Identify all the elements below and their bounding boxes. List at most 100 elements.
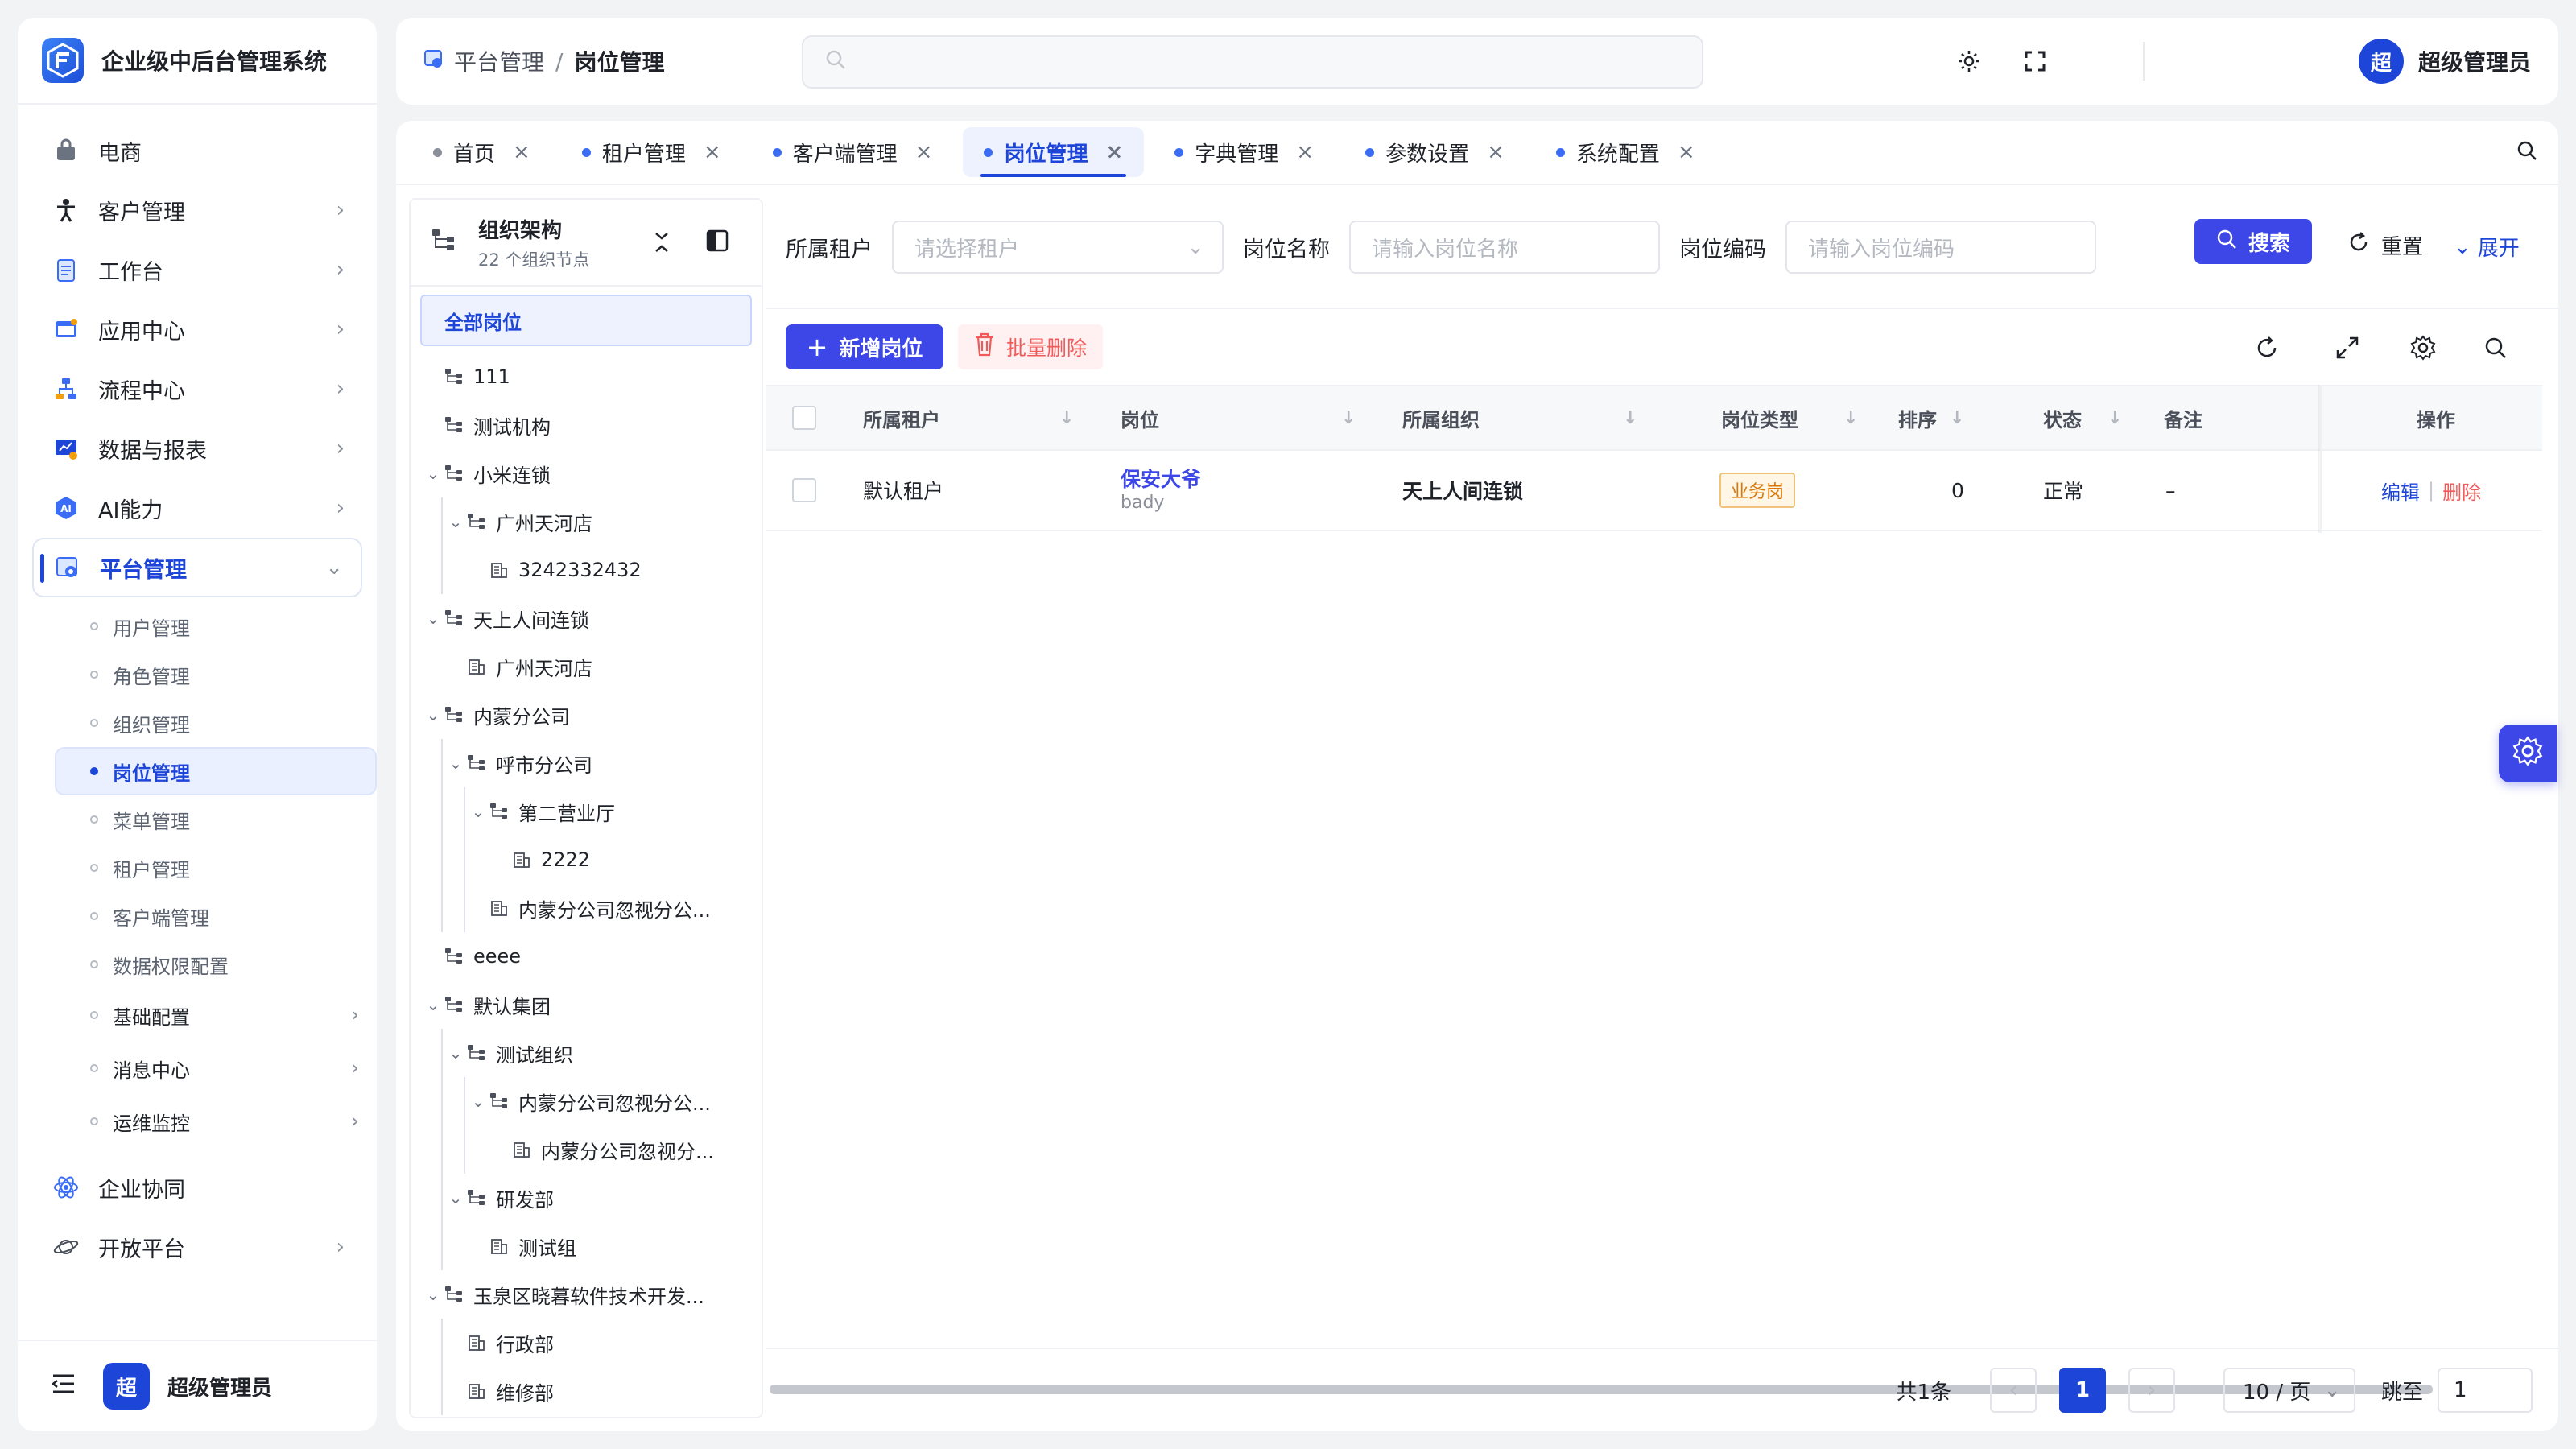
tree-node[interactable]: ⌄ 默认集团 (411, 980, 762, 1029)
tab-params[interactable]: 参数设置 × (1344, 127, 1525, 177)
reset-button[interactable]: 重置 (2347, 230, 2423, 260)
tab-dictionary[interactable]: 字典管理 × (1154, 127, 1335, 177)
page-number-button[interactable]: 1 (2058, 1368, 2106, 1413)
row-checkbox[interactable] (792, 478, 816, 502)
submenu-item-ops-monitor[interactable]: 运维监控 › (74, 1095, 377, 1148)
close-icon[interactable]: × (1105, 140, 1123, 164)
menu-item-open-platform[interactable]: 开放平台 › (32, 1217, 362, 1277)
tree-node[interactable]: ⌄ 小米连锁 (411, 449, 762, 497)
tab-home[interactable]: 首页 × (412, 127, 551, 177)
post-name-input[interactable]: 请输入岗位名称 (1349, 221, 1660, 274)
batch-delete-button[interactable]: 批量删除 (958, 324, 1104, 369)
menu-item-customer[interactable]: 客户管理 › (32, 180, 362, 240)
submenu-item-clients[interactable]: 客户端管理 (74, 892, 377, 940)
menu-item-flow-center[interactable]: 流程中心 › (32, 359, 362, 419)
prev-page-button[interactable]: ‹ (1989, 1368, 2037, 1413)
add-post-button[interactable]: + 新增岗位 (786, 324, 943, 369)
sort-icon[interactable]: ↓ (1341, 408, 1356, 428)
search-icon[interactable] (2515, 138, 2539, 168)
sort-icon[interactable]: ↓ (2107, 408, 2122, 428)
sort-icon[interactable]: ↓ (1059, 408, 1074, 428)
tree-node[interactable]: 测试组 (411, 1222, 762, 1270)
search-button[interactable]: 搜索 (2194, 219, 2312, 264)
refresh-icon[interactable] (2251, 332, 2283, 364)
tree-node[interactable]: 3242332432 (411, 546, 762, 594)
edit-link[interactable]: 编辑 (2381, 477, 2420, 505)
menu-item-data-reports[interactable]: 数据与报表 › (32, 419, 362, 478)
sun-icon[interactable] (1953, 45, 1985, 77)
chevron-down-icon[interactable]: ⌄ (467, 1092, 489, 1111)
menu-item-platform[interactable]: 平台管理 ⌄ (32, 538, 362, 597)
menu-item-collaboration[interactable]: 企业协同 (32, 1158, 362, 1217)
tab-tenants[interactable]: 租户管理 × (561, 127, 742, 177)
submenu-item-posts[interactable]: 岗位管理 (55, 747, 377, 795)
tab-system-config[interactable]: 系统配置 × (1535, 127, 1716, 177)
close-icon[interactable]: × (1487, 140, 1505, 164)
submenu-item-tenants[interactable]: 租户管理 (74, 844, 377, 892)
chevron-down-icon[interactable]: ⌄ (422, 464, 444, 483)
close-icon[interactable]: × (1296, 140, 1314, 164)
delete-link[interactable]: 删除 (2442, 477, 2481, 505)
page-size-select[interactable]: 10 / 页 ⌄ (2223, 1368, 2355, 1413)
tree-node[interactable]: 测试机构 (411, 401, 762, 449)
avatar[interactable]: 超 (103, 1363, 150, 1410)
panel-toggle-icon[interactable] (705, 229, 729, 258)
post-code-input[interactable]: 请输入岗位编码 (1785, 221, 2096, 274)
gear-icon[interactable] (2407, 332, 2439, 364)
menu-item-workbench[interactable]: 工作台 › (32, 240, 362, 299)
tree-node[interactable]: eeee (411, 932, 762, 980)
chevron-down-icon[interactable]: ⌄ (444, 1043, 467, 1063)
chevron-down-icon[interactable]: ⌄ (422, 705, 444, 724)
close-icon[interactable]: × (915, 140, 933, 164)
tab-posts[interactable]: 岗位管理 × (963, 127, 1145, 177)
fullscreen-icon[interactable] (2019, 45, 2051, 77)
tree-node[interactable]: ⌄ 天上人间连锁 (411, 594, 762, 642)
submenu-item-data-permission[interactable]: 数据权限配置 (74, 940, 377, 989)
chevron-down-icon[interactable]: ⌄ (422, 995, 444, 1014)
chevron-down-icon[interactable]: ⌄ (422, 609, 444, 628)
expand-icon[interactable] (2331, 332, 2363, 364)
close-icon[interactable]: × (704, 140, 721, 164)
tree-node[interactable]: ⌄ 玉泉区晓暮软件技术开发... (411, 1270, 762, 1319)
post-name-link[interactable]: 保安大爷 (1121, 464, 1201, 493)
search-icon[interactable] (2479, 332, 2512, 364)
chevron-down-icon[interactable]: ⌄ (467, 802, 489, 821)
tree-node[interactable]: ⌄ 测试组织 (411, 1029, 762, 1077)
tree-node[interactable]: 维修部 (411, 1367, 762, 1415)
tab-clients[interactable]: 客户端管理 × (752, 127, 954, 177)
tree-node[interactable]: ⌄ 呼市分公司 (411, 739, 762, 787)
submenu-item-menus[interactable]: 菜单管理 (74, 795, 377, 844)
menu-item-ecommerce[interactable]: 电商 (32, 121, 362, 180)
chevron-down-icon[interactable]: ⌄ (444, 753, 467, 773)
tenant-select[interactable]: 请选择租户 ⌄ (892, 221, 1224, 274)
breadcrumb-item[interactable]: 平台管理 (454, 45, 544, 77)
global-search-input[interactable] (802, 35, 1703, 89)
submenu-item-basic-config[interactable]: 基础配置 › (74, 989, 377, 1042)
chevron-down-icon[interactable]: ⌄ (444, 1188, 467, 1208)
select-all-checkbox[interactable] (792, 406, 816, 430)
chevron-down-icon[interactable]: ⌄ (444, 512, 467, 531)
close-icon[interactable]: × (1678, 140, 1695, 164)
menu-item-app-center[interactable]: 应用中心 › (32, 299, 362, 359)
close-icon[interactable]: × (513, 140, 530, 164)
collapse-all-icon[interactable] (652, 229, 671, 262)
chevron-down-icon[interactable]: ⌄ (422, 1285, 444, 1304)
tree-node[interactable]: 行政部 (411, 1319, 762, 1367)
collapse-menu-icon[interactable] (51, 1373, 76, 1400)
menu-item-ai[interactable]: AI AI能力 › (32, 478, 362, 538)
tree-node[interactable]: ⌄ 研发部 (411, 1174, 762, 1222)
next-page-button[interactable]: › (2128, 1368, 2175, 1413)
tree-node[interactable]: 111 (411, 353, 762, 401)
submenu-item-roles[interactable]: 角色管理 (74, 650, 377, 699)
submenu-item-orgs[interactable]: 组织管理 (74, 699, 377, 747)
sort-icon[interactable]: ↓ (1843, 408, 1858, 428)
expand-button[interactable]: ⌄ 展开 (2454, 232, 2520, 262)
submenu-item-users[interactable]: 用户管理 (74, 602, 377, 650)
tree-node[interactable]: ⌄ 内蒙分公司 (411, 691, 762, 739)
tree-node[interactable]: ⌄ 广州天河店 (411, 497, 762, 546)
tree-all-posts[interactable]: 全部岗位 (420, 295, 752, 346)
header-user[interactable]: 超 超级管理员 (2358, 39, 2531, 84)
sort-icon[interactable]: ↓ (1950, 408, 1964, 428)
floating-settings-button[interactable] (2499, 724, 2557, 782)
sort-icon[interactable]: ↓ (1623, 408, 1637, 428)
